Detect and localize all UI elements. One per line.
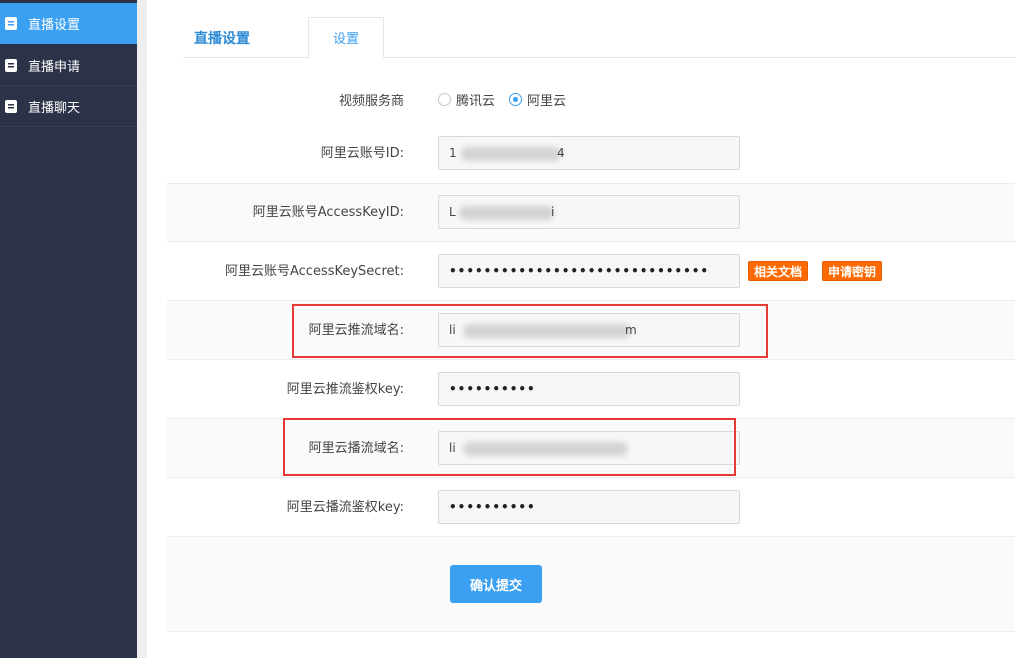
push-domain-label: 阿里云推流域名: [308,323,404,338]
provider-row: 视频服务商 腾讯云 阿里云 [167,76,1015,122]
radio-tencent-label[interactable]: 腾讯云 [456,90,495,109]
account-id-row: 阿里云账号ID: 1 4 [167,122,1015,184]
push-domain-input[interactable]: li m [438,313,740,347]
sidebar-item-live-chat[interactable]: 直播聊天 [0,86,137,127]
account-id-label: 阿里云账号ID: [320,146,404,161]
access-key-secret-row: 阿里云账号AccessKeySecret: ••••••••••••••••••… [167,242,1015,301]
account-id-input[interactable]: 1 4 [438,136,740,170]
play-auth-key-row: 阿里云播流鉴权key: •••••••••• [167,478,1015,537]
submit-button[interactable]: 确认提交 [450,565,542,603]
radio-tencent[interactable] [438,93,451,106]
play-domain-label: 阿里云播流域名: [308,441,404,456]
redaction-blur [463,442,628,456]
access-key-secret-input[interactable]: •••••••••••••••••••••••••••••• [438,254,740,288]
access-key-id-input[interactable]: L i [438,195,740,229]
redaction-blur [463,324,631,338]
sidebar-item-label: 直播设置 [28,17,81,33]
access-key-id-label: 阿里云账号AccessKeyID: [252,205,404,220]
sidebar-divider [137,0,147,658]
push-domain-value-end: m [625,323,637,337]
document-icon [5,58,17,72]
sidebar: 直播设置 直播申请 直播聊天 [0,0,137,658]
push-domain-value-start: li [449,323,456,337]
push-auth-key-input[interactable]: •••••••••• [438,372,740,406]
radio-aliyun-label[interactable]: 阿里云 [527,90,566,109]
account-id-value-start: 1 [449,146,457,160]
related-docs-button[interactable]: 相关文档 [748,261,809,281]
tab-settings[interactable]: 设置 [308,17,384,58]
account-id-value-end: 4 [557,146,565,160]
document-icon [5,16,17,30]
redaction-blur [459,206,554,220]
access-key-id-value-start: L [449,205,456,219]
play-auth-key-label: 阿里云播流鉴权key: [286,500,404,515]
sidebar-item-live-settings[interactable]: 直播设置 [0,3,137,44]
access-key-secret-label: 阿里云账号AccessKeySecret: [224,264,404,279]
redaction-blur [461,147,561,161]
access-key-id-row: 阿里云账号AccessKeyID: L i [167,184,1015,242]
play-auth-key-input[interactable]: •••••••••• [438,490,740,524]
access-key-id-value-end: i [551,205,555,219]
push-auth-key-label: 阿里云推流鉴权key: [286,382,404,397]
play-domain-input[interactable]: li [438,431,740,465]
provider-label: 视频服务商 [338,94,404,109]
submit-row [167,537,1015,632]
apply-key-button[interactable]: 申请密钥 [822,261,883,281]
sidebar-item-live-apply[interactable]: 直播申请 [0,45,137,86]
sidebar-item-label: 直播申请 [28,59,81,75]
sidebar-item-label: 直播聊天 [28,100,81,116]
radio-aliyun[interactable] [509,93,523,106]
tab-live-settings[interactable]: 直播设置 [194,28,250,48]
play-domain-value-start: li [449,441,456,455]
push-domain-row: 阿里云推流域名: li m [167,301,1015,360]
push-auth-key-row: 阿里云推流鉴权key: •••••••••• [167,360,1015,419]
document-icon [5,99,17,113]
provider-radio-group: 腾讯云 阿里云 [438,90,566,109]
play-domain-row: 阿里云播流域名: li [167,419,1015,478]
